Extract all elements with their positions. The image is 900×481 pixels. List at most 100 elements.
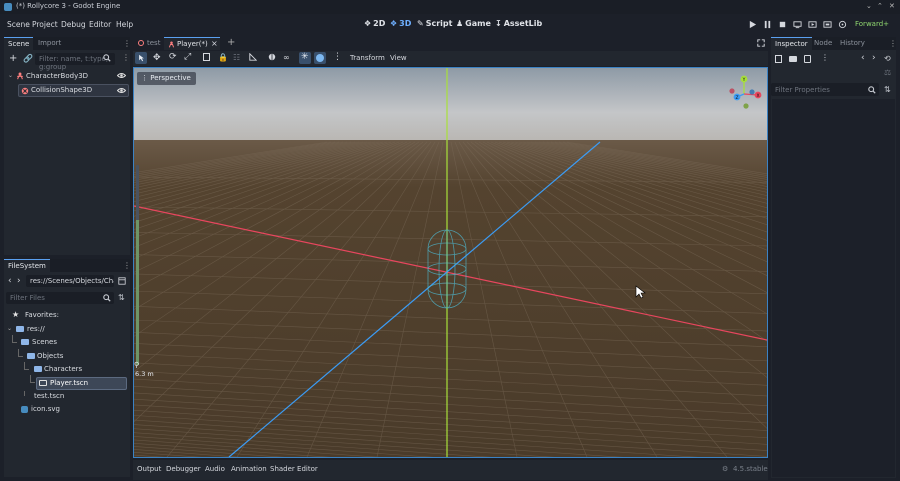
title-bar: (*) Rollycore 3 - Godot Engine ⌄ ⌃ ✕ [0, 0, 900, 14]
play-icon[interactable] [748, 20, 757, 29]
forward-arrow-icon[interactable]: › [17, 276, 21, 286]
tree-node-collisionshape3d[interactable]: CollisionShape3D [18, 84, 129, 97]
file-item-test-tscn[interactable]: test.tscn [24, 391, 127, 403]
dock-menu-icon[interactable]: ⋮ [123, 39, 131, 48]
close-tab-icon[interactable]: × [211, 39, 218, 48]
save-icon[interactable] [804, 55, 811, 63]
movie-maker-icon[interactable] [838, 20, 847, 29]
visibility-eye-icon[interactable] [117, 72, 126, 79]
file-filter-input[interactable]: Filter Files [6, 292, 114, 304]
toggle-split-icon[interactable] [118, 277, 126, 285]
3d-viewport[interactable]: ⋮ Perspective ⚲ 6.3 m Y X Z [133, 67, 768, 458]
view-menu[interactable]: View [390, 54, 407, 62]
play-scene-icon[interactable] [808, 20, 817, 29]
sort-icon[interactable]: ⇅ [118, 293, 125, 302]
dock-menu-icon[interactable]: ⋮ [889, 39, 897, 48]
toggle-environment-button[interactable] [314, 52, 326, 64]
editor-tab-test[interactable]: test [133, 37, 163, 50]
distraction-free-icon[interactable] [757, 39, 765, 47]
zoom-icon[interactable]: ⚲ [134, 361, 139, 369]
file-item-player-tscn[interactable]: Player.tscn [30, 375, 127, 390]
tab-scene[interactable]: Scene [4, 37, 34, 50]
history-back-icon[interactable]: ‹ [861, 53, 865, 63]
open-folder-icon[interactable] [789, 56, 797, 62]
add-node-icon[interactable]: + [9, 53, 17, 64]
stop-icon[interactable] [778, 20, 787, 29]
visibility-eye-icon[interactable] [117, 87, 126, 94]
file-item-objects[interactable]: Objects [18, 349, 127, 363]
filter-properties-input[interactable]: Filter Properties [771, 83, 879, 96]
add-tab-icon[interactable]: + [227, 37, 235, 48]
mode-assetlib-button[interactable]: ↧ AssetLib [495, 19, 542, 28]
tab-audio[interactable]: Audio [205, 465, 225, 473]
character-body-icon [16, 72, 24, 80]
inspector-options-icon[interactable]: ⋮ [821, 53, 829, 62]
folder-icon [34, 366, 42, 372]
tab-import[interactable]: Import [34, 37, 65, 50]
history-forward-icon[interactable]: › [872, 53, 876, 63]
tab-filesystem[interactable]: FileSystem [4, 259, 50, 272]
back-arrow-icon[interactable]: ‹ [8, 276, 12, 286]
tab-inspector[interactable]: Inspector [771, 37, 812, 50]
list-select-icon[interactable] [203, 53, 210, 61]
more-options-icon[interactable]: ⋮ [333, 52, 342, 62]
assetlib-icon: ↧ [495, 19, 502, 28]
collapse-arrow-icon[interactable]: ⌄ [8, 72, 13, 79]
mode-game-button[interactable]: ♟ Game [456, 19, 491, 28]
perspective-menu[interactable]: ⋮ Perspective [137, 72, 196, 85]
instance-scene-icon[interactable]: 🔗 [23, 54, 33, 63]
menu-debug[interactable]: Debug [61, 20, 86, 29]
lock-icon[interactable]: 🔒 [218, 53, 228, 62]
file-item-scenes[interactable]: Scenes [12, 335, 127, 349]
editor-tab-player[interactable]: Player(*) × [164, 37, 220, 50]
ruler-icon[interactable] [249, 53, 257, 61]
tab-node[interactable]: Node [810, 37, 836, 50]
bottom-panel-bar: Output Debugger Audio Animation Shader E… [133, 460, 768, 480]
godot-logo-icon [4, 3, 12, 11]
menu-scene[interactable]: Scene [7, 20, 30, 29]
snap-icon[interactable]: ∞ [283, 53, 290, 62]
zoom-slider-track[interactable] [136, 165, 139, 365]
restore-icon[interactable]: ⌃ [877, 2, 883, 10]
menu-project[interactable]: Project [32, 20, 58, 29]
dock-menu-icon[interactable]: ⋮ [123, 261, 131, 270]
scene-options-icon[interactable]: ⋮ [122, 53, 130, 62]
tab-shader-editor[interactable]: Shader Editor [270, 465, 318, 473]
sort-icon[interactable]: ⇅ [884, 85, 891, 94]
file-item-characters[interactable]: Characters [24, 362, 127, 376]
inspector-properties-area [772, 99, 895, 477]
mode-2d-button[interactable]: ❖ 2D [364, 19, 385, 28]
collapse-arrow-icon[interactable]: ⌄ [7, 325, 12, 332]
group-icon[interactable]: ☷ [233, 53, 240, 62]
local-space-icon[interactable] [268, 53, 276, 61]
menu-editor[interactable]: Editor [89, 20, 111, 29]
file-item-res[interactable]: ⌄ res:// [7, 324, 127, 336]
environment-icon [316, 54, 324, 62]
pause-icon[interactable] [763, 20, 772, 29]
move-mode-icon[interactable]: ✥ [153, 53, 161, 63]
tab-animation[interactable]: Animation [231, 465, 267, 473]
tab-history[interactable]: History [836, 37, 869, 50]
toggle-sun-button[interactable]: ✳ [299, 52, 311, 64]
scale-mode-icon[interactable]: ⤢ [184, 52, 191, 62]
mode-script-button[interactable]: ✎ Script [417, 19, 452, 28]
path-input[interactable]: res://Scenes/Objects/Char [26, 275, 114, 287]
transform-menu[interactable]: Transform [350, 54, 385, 62]
renderer-select[interactable]: Forward+ [855, 20, 889, 28]
tab-debugger[interactable]: Debugger [166, 465, 201, 473]
object-settings-icon[interactable]: ⚖ [884, 68, 891, 77]
rotate-mode-icon[interactable]: ⟳ [169, 52, 177, 62]
remote-debug-icon[interactable] [793, 20, 802, 29]
recent-history-icon[interactable]: ⟲ [884, 54, 891, 63]
orientation-gizmo[interactable]: Y X Z [724, 73, 764, 113]
mode-3d-button[interactable]: ❖ 3D [390, 19, 411, 28]
menu-help[interactable]: Help [116, 20, 133, 29]
tab-output[interactable]: Output [137, 465, 161, 473]
close-icon[interactable]: ✕ [889, 2, 895, 10]
tree-node-characterbody3d[interactable]: ⌄ CharacterBody3D [5, 70, 129, 83]
file-item-icon-svg[interactable]: icon.svg [18, 404, 127, 416]
minimize-icon[interactable]: ⌄ [866, 2, 872, 10]
new-resource-icon[interactable] [775, 55, 782, 63]
play-custom-scene-icon[interactable] [823, 20, 832, 29]
select-mode-button[interactable] [135, 52, 147, 64]
